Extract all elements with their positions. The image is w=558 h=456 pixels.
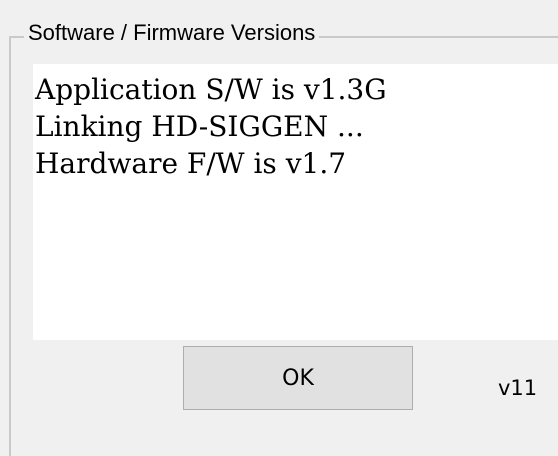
log-line-hardware: Hardware F/W is v1.7 (35, 147, 347, 180)
ok-button[interactable]: OK (183, 346, 413, 410)
version-label: v11 (498, 376, 538, 400)
log-line-application: Application S/W is v1.3G (35, 73, 387, 106)
versions-groupbox-title: Software / Firmware Versions (24, 19, 320, 47)
versions-log-textbox[interactable]: Application S/W is v1.3G Linking HD-SIGG… (33, 64, 558, 340)
log-line-linking: Linking HD-SIGGEN ... (35, 110, 364, 143)
